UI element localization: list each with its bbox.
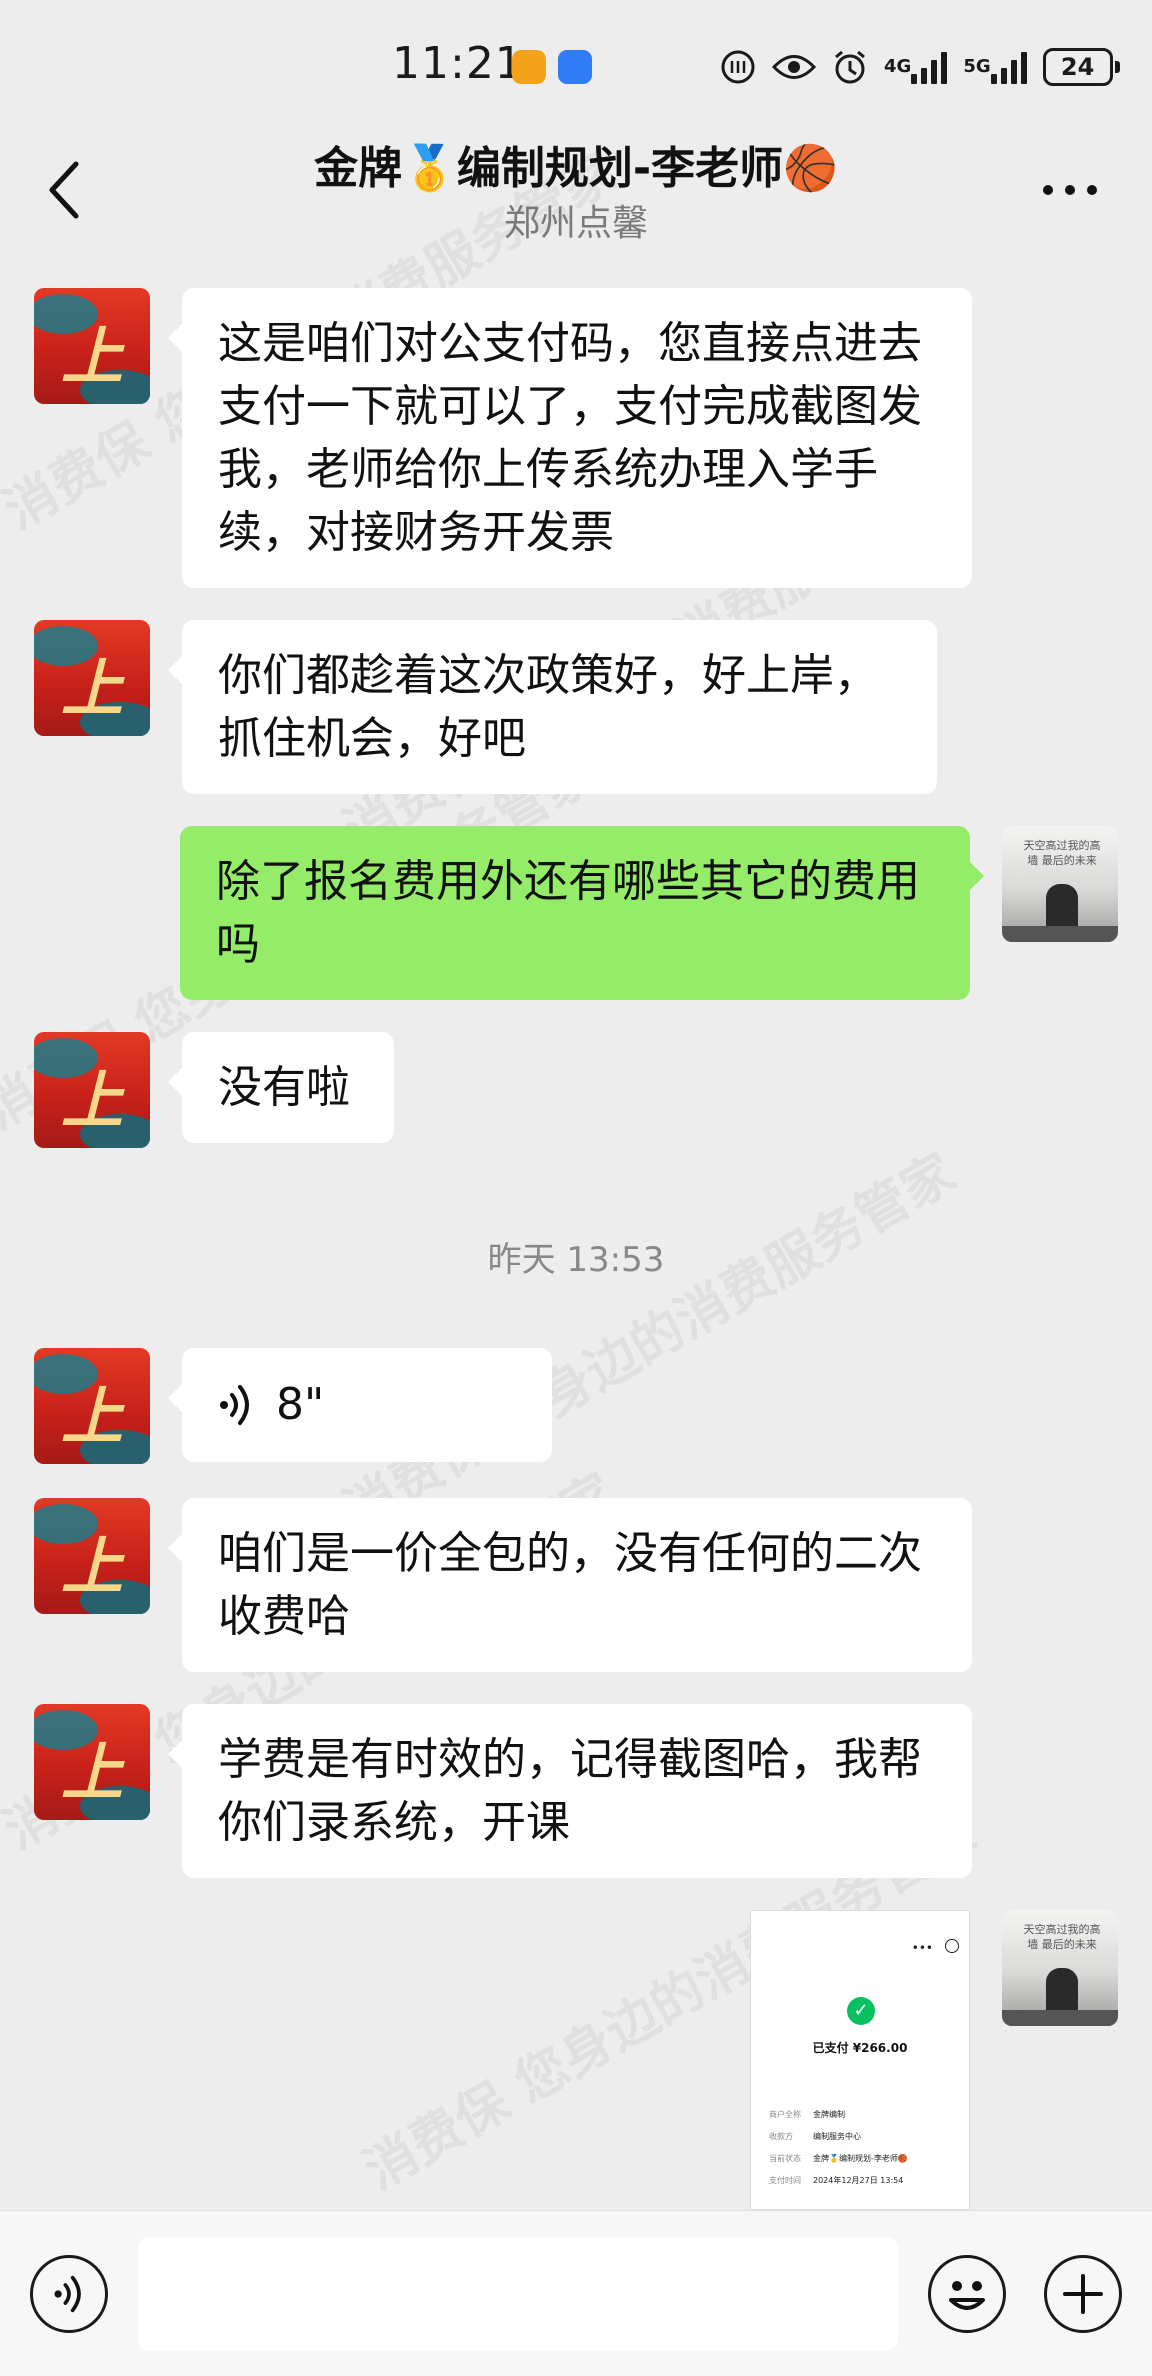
chat-header: 金牌🥇编制规划-李老师🏀 郑州点馨 [0, 130, 1152, 258]
more-actions-button[interactable] [1044, 2255, 1122, 2333]
emoji-button[interactable] [928, 2255, 1006, 2333]
status-icons: 4G 5G 24 [720, 44, 1120, 90]
chat-title: 金牌🥇编制规划-李老师🏀 [314, 143, 838, 194]
message-bubble[interactable]: 这是咱们对公支付码，您直接点进去支付一下就可以了，支付完成截图发我，老师给你上传… [168, 288, 972, 588]
receipt-row: 收款方 编制服务中心 [769, 2131, 861, 2141]
avatar-self[interactable]: 天空高过我的高墙 最后的未来 [1002, 1910, 1118, 2026]
plus-icon [1063, 2274, 1103, 2314]
alarm-icon [832, 49, 868, 85]
network-label: 4G [884, 56, 912, 77]
watermark: 消费保 您身边的消费服务管家 [334, 1142, 966, 1542]
receipt-row: 当前状态 金牌🥇编制规划-李老师🏀 [769, 2153, 908, 2163]
status-time: 11:21 [392, 38, 524, 89]
receipt-details: 商户全称 金牌编制 收款方 编制服务中心 当前状态 金牌🥇编制规划-李老师🏀 支付时间… [769, 2103, 959, 2191]
voice-wave-icon [220, 1385, 249, 1425]
avatar[interactable]: 上岸 [34, 1704, 150, 1820]
voice-message-bubble[interactable]: 8" [168, 1348, 552, 1462]
message-bubble-outgoing[interactable]: 除了报名费用外还有哪些其它的费用吗 [180, 826, 984, 1000]
app-notification-icon [558, 50, 592, 84]
avatar[interactable]: 上岸 [34, 1348, 150, 1464]
message-input[interactable] [138, 2237, 898, 2351]
app-notification-icon [512, 50, 546, 84]
battery-icon: 24 [1042, 48, 1120, 86]
chat-input-bar [0, 2210, 1152, 2376]
avatar-self[interactable]: 天空高过我的高墙 最后的未来 [1002, 826, 1118, 942]
check-icon: ✓ [847, 1997, 875, 2025]
avatar[interactable]: 上岸 [34, 1498, 150, 1614]
nfc-icon [720, 49, 756, 85]
voice-input-button[interactable] [30, 2255, 108, 2333]
avatar[interactable]: 上岸 [34, 1032, 150, 1148]
emoji-icon [949, 2281, 985, 2310]
chat-timestamp: 昨天 13:53 [487, 1240, 665, 1280]
avatar[interactable]: 上岸 [34, 288, 150, 404]
message-bubble[interactable]: 学费是有时效的，记得截图哈，我帮你们录系统，开课 [168, 1704, 972, 1878]
message-bubble[interactable]: 咱们是一价全包的，没有任何的二次收费哈 [168, 1498, 972, 1672]
network-label: 5G [963, 56, 991, 77]
receipt-more-icon: ••• [911, 1941, 933, 1955]
receipt-paid-amount: 已支付 ¥266.00 [812, 2041, 908, 2055]
eye-icon [772, 52, 816, 82]
chat-subtitle: 郑州点馨 [503, 203, 648, 244]
message-bubble[interactable]: 你们都趁着这次政策好，好上岸，抓住机会，好吧 [168, 620, 937, 794]
status-bar: 11:21 4G 5G 24 [0, 0, 1152, 130]
payment-screenshot-image[interactable]: ••• ✓ 已支付 ¥266.00 商户全称 金牌编制 收款方 编制服务中心 当前状… [750, 1910, 970, 2210]
chat-screen: 消费保 您身边的消费服务管家 消费保 您身边的消费服务管家 消费保 您身边的消费… [0, 0, 1152, 2376]
signal-4g-icon: 4G [884, 50, 948, 84]
receipt-close-icon [945, 1939, 959, 1953]
voice-duration: 8" [276, 1379, 325, 1430]
receipt-status-strip [761, 1917, 959, 1933]
voice-wave-icon [54, 2275, 81, 2313]
message-bubble[interactable]: 没有啦 [168, 1032, 394, 1143]
more-options-icon[interactable] [1040, 182, 1100, 198]
receipt-row: 商户全称 金牌编制 [769, 2109, 845, 2119]
avatar[interactable]: 上岸 [34, 620, 150, 736]
receipt-row: 支付时间 2024年12月27日 13:54 [769, 2175, 904, 2185]
signal-5g-icon: 5G [963, 50, 1027, 84]
